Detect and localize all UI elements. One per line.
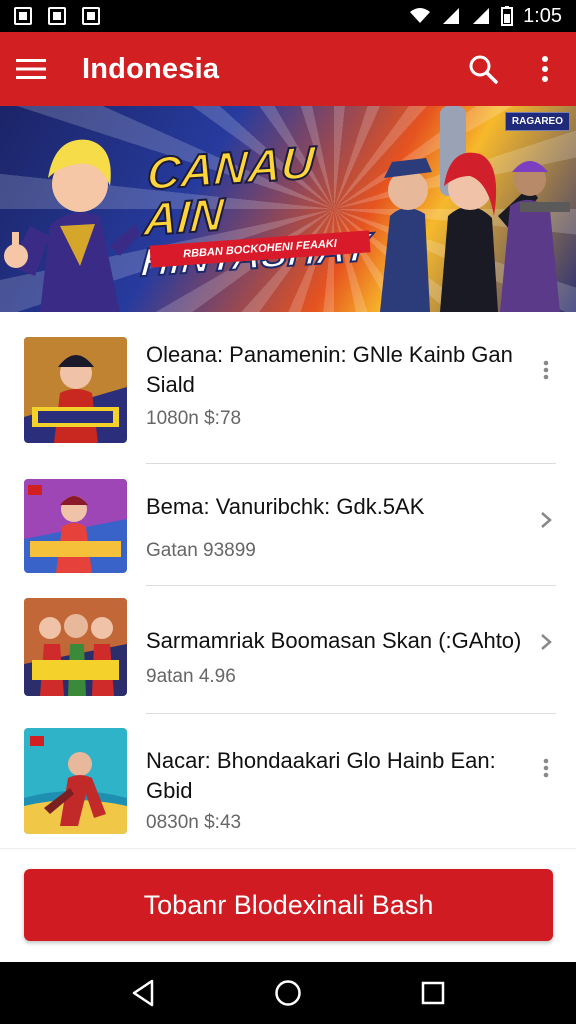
- app-bar-actions: [452, 32, 576, 106]
- menu-button[interactable]: [0, 32, 62, 106]
- primary-action-button[interactable]: Tobanr Blodexinali Bash: [24, 869, 553, 941]
- game-meta: 9atan 4.96: [146, 666, 236, 687]
- item-overflow-button[interactable]: [536, 756, 556, 780]
- game-thumbnail-image: [24, 479, 127, 573]
- search-button[interactable]: [452, 32, 514, 106]
- game-meta: 0830n $:43: [146, 812, 242, 833]
- bottom-action-area: Tobanr Blodexinali Bash: [0, 848, 576, 962]
- chevron-right-icon: [541, 634, 552, 650]
- page-title: Indonesia: [82, 52, 220, 85]
- game-title: Bema: Vanuribchk: Gdk.5AK: [146, 494, 425, 519]
- promo-banner[interactable]: CANAU AIN HINTASHAY RBBAN BOCKOHENI FEAA…: [0, 106, 576, 312]
- signal-icon: [443, 8, 460, 24]
- more-vert-icon: [542, 56, 548, 82]
- status-bar: 1:05: [0, 0, 576, 32]
- recents-button[interactable]: [403, 962, 463, 1024]
- system-icons: 1:05: [409, 5, 562, 28]
- list-item[interactable]: Sarmamriak Boomasan Skan (:GAhto) 9atan …: [0, 586, 576, 714]
- clock: 1:05: [523, 4, 562, 27]
- hero-character-image: [4, 139, 140, 312]
- more-vert-icon: [543, 758, 549, 778]
- wifi-icon: [410, 8, 431, 23]
- battery-icon: [501, 6, 514, 26]
- notification-icon: [48, 7, 66, 25]
- home-button[interactable]: [258, 962, 318, 1024]
- system-navigation-bar: [0, 962, 576, 1024]
- search-icon: [469, 55, 498, 84]
- chevron-right-icon: [541, 512, 552, 528]
- overflow-menu-button[interactable]: [514, 32, 576, 106]
- item-open-button[interactable]: [536, 630, 556, 654]
- game-meta: 1080n $:78: [146, 408, 242, 429]
- game-thumbnail: [24, 598, 127, 696]
- game-thumbnail-image: [24, 598, 127, 696]
- villain-characters-image: [380, 106, 570, 312]
- game-thumbnail-image: [24, 337, 127, 443]
- game-thumbnail: [24, 479, 127, 573]
- notification-icon: [82, 7, 100, 25]
- game-thumbnail-image: [24, 728, 127, 834]
- game-title: Oleana: Panamenin: GNle Kainb Gan Siald: [146, 342, 513, 397]
- app-bar: Indonesia: [0, 32, 576, 106]
- recents-icon: [422, 981, 445, 1005]
- game-meta: Gatan 93899: [146, 540, 256, 561]
- more-vert-icon: [543, 360, 549, 380]
- item-overflow-button[interactable]: [536, 358, 556, 382]
- game-thumbnail: [24, 728, 127, 834]
- back-button[interactable]: [113, 962, 173, 1024]
- game-thumbnail: [24, 337, 127, 443]
- home-icon: [275, 980, 301, 1006]
- item-open-button[interactable]: [536, 508, 556, 532]
- list-item[interactable]: Nacar: Bhondaakari Glo Hainb Ean: Gbid 0…: [0, 714, 576, 848]
- notification-icon: [14, 7, 32, 25]
- game-title: Sarmamriak Boomasan Skan (:GAhto): [146, 628, 522, 653]
- hamburger-menu-icon: [16, 59, 46, 79]
- banner-tag: RAGAREO: [504, 112, 570, 131]
- signal-icon: [473, 8, 490, 24]
- game-title: Nacar: Bhondaakari Glo Hainb Ean: Gbid: [146, 748, 496, 803]
- list-item[interactable]: Bema: Vanuribchk: Gdk.5AK Gatan 93899: [0, 464, 576, 586]
- notification-icons: [14, 7, 100, 25]
- back-icon: [132, 979, 153, 1007]
- list-item[interactable]: Oleana: Panamenin: GNle Kainb Gan Siald …: [0, 312, 576, 464]
